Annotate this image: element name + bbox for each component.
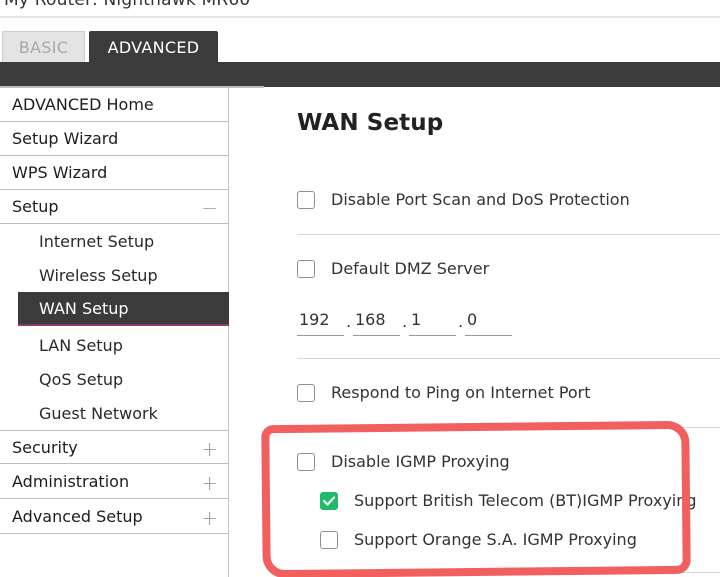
sidebar-subitem-wan-setup[interactable]: WAN Setup <box>18 292 229 326</box>
sidebar-item-security[interactable]: Security + <box>0 430 229 464</box>
expand-icon[interactable]: + <box>201 471 218 495</box>
sidebar-subitem-label: Internet Setup <box>39 231 155 251</box>
sidebar-item-label: Administration <box>12 472 130 491</box>
sidebar-item-administration[interactable]: Administration + <box>0 465 229 499</box>
sidebar-item-label: ADVANCED Home <box>12 95 154 114</box>
section-divider <box>297 572 720 573</box>
expand-icon[interactable]: + <box>201 437 218 461</box>
option-label: Support Orange S.A. IGMP Proxying <box>354 530 637 549</box>
sidebar-item-label: WPS Wizard <box>12 163 108 182</box>
section-divider <box>297 234 720 235</box>
checkmark-icon <box>323 495 335 506</box>
disable-port-scan-option[interactable]: Disable Port Scan and DoS Protection <box>297 190 630 209</box>
sidebar-item-advanced-setup[interactable]: Advanced Setup + <box>0 500 229 534</box>
support-orange-igmp-option[interactable]: Support Orange S.A. IGMP Proxying <box>320 530 637 549</box>
sidebar-item-advanced-home[interactable]: ADVANCED Home <box>0 88 229 122</box>
option-label: Respond to Ping on Internet Port <box>331 383 591 402</box>
sidebar-subitem-label: Wireless Setup <box>39 265 158 285</box>
sidebar-subitem-label: WAN Setup <box>39 298 129 318</box>
advanced-toolbar <box>0 62 720 87</box>
dmz-ip-octet-2[interactable]: 168 <box>353 304 400 336</box>
sidebar-subitem-wireless-setup[interactable]: Wireless Setup <box>18 258 229 292</box>
section-divider <box>297 427 720 428</box>
support-bt-igmp-option[interactable]: Support British Telecom (BT)IGMP Proxyin… <box>320 491 697 510</box>
respond-ping-option[interactable]: Respond to Ping on Internet Port <box>297 383 591 402</box>
dmz-ip-octet-3[interactable]: 1 <box>409 304 456 336</box>
sidebar-item-setup[interactable]: Setup − <box>0 190 229 224</box>
dmz-ip-octet-1[interactable]: 192 <box>297 304 344 336</box>
expand-icon[interactable]: + <box>201 506 218 530</box>
sidebar-item-label: Security <box>12 437 78 457</box>
sidebar-subitem-label: Guest Network <box>39 403 158 423</box>
dmz-ip-octet-4[interactable]: 0 <box>465 304 512 336</box>
sidebar-subitem-qos-setup[interactable]: QoS Setup <box>18 362 229 396</box>
sidebar-subitem-lan-setup[interactable]: LAN Setup <box>18 328 229 362</box>
collapse-icon[interactable]: − <box>201 196 218 220</box>
sidebar-item-label: Setup Wizard <box>12 129 119 148</box>
router-title: My Router: Nighthawk MR60 <box>4 0 251 10</box>
option-label: Support British Telecom (BT)IGMP Proxyin… <box>354 491 697 510</box>
ip-separator: . <box>458 312 464 331</box>
disable-port-scan-checkbox[interactable] <box>297 190 315 209</box>
sidebar-item-label: Setup <box>12 197 59 216</box>
main-content: WAN Setup Disable Port Scan and DoS Prot… <box>229 88 720 577</box>
option-label: Default DMZ Server <box>331 259 490 278</box>
respond-ping-checkbox[interactable] <box>297 383 315 402</box>
default-dmz-option[interactable]: Default DMZ Server <box>297 259 489 278</box>
section-divider <box>297 358 720 359</box>
sidebar-subitem-guest-network[interactable]: Guest Network <box>18 396 229 430</box>
sidebar-item-setup-wizard[interactable]: Setup Wizard <box>0 122 229 156</box>
tab-advanced[interactable]: ADVANCED <box>89 31 218 63</box>
support-bt-igmp-checkbox[interactable] <box>320 491 338 510</box>
sidebar-subitem-label: LAN Setup <box>39 335 123 355</box>
support-orange-igmp-checkbox[interactable] <box>320 530 338 549</box>
tab-basic[interactable]: BASIC <box>2 31 85 63</box>
header-divider <box>0 16 720 18</box>
option-label: Disable IGMP Proxying <box>331 452 510 471</box>
sidebar: ADVANCED Home Setup Wizard WPS Wizard Se… <box>0 88 229 577</box>
sidebar-subitem-label: QoS Setup <box>39 369 124 389</box>
page-title: WAN Setup <box>297 110 444 136</box>
ip-separator: . <box>402 312 408 331</box>
disable-igmp-checkbox[interactable] <box>297 452 315 471</box>
sidebar-item-wps-wizard[interactable]: WPS Wizard <box>0 156 229 190</box>
option-label: Disable Port Scan and DoS Protection <box>331 190 630 209</box>
ip-separator: . <box>346 312 352 331</box>
sidebar-item-label: Advanced Setup <box>12 507 143 526</box>
sidebar-subitem-internet-setup[interactable]: Internet Setup <box>18 224 229 258</box>
default-dmz-checkbox[interactable] <box>297 259 315 278</box>
disable-igmp-option[interactable]: Disable IGMP Proxying <box>297 452 510 471</box>
